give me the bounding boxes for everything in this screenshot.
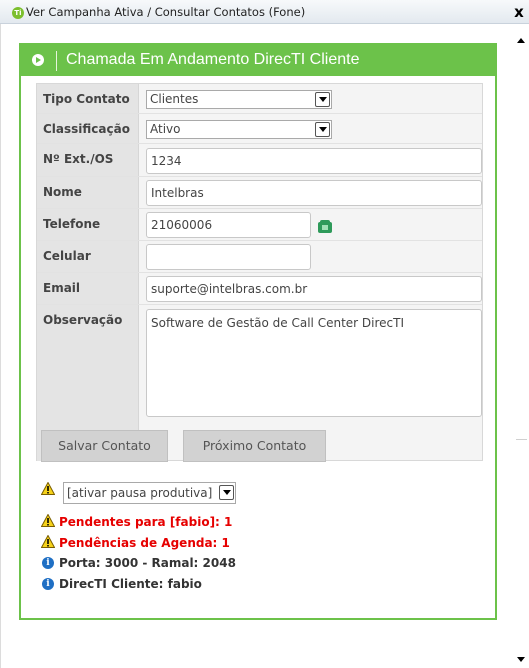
app-logo-icon: Ti [12,7,24,19]
directi-client-text: DirecTI Cliente: fabio [59,577,202,591]
pause-select[interactable]: [ativar pausa produtiva] [63,482,236,504]
chevron-down-icon [219,485,234,500]
call-panel: Chamada Em Andamento DirecTI Cliente Tip… [19,43,497,620]
classificacao-value: Ativo [150,122,181,136]
chevron-down-icon [315,92,330,107]
email-field[interactable]: suporte@intelbras.com.br [146,276,482,302]
panel-header: Chamada Em Andamento DirecTI Cliente [21,45,495,76]
vertical-scrollbar[interactable] [514,32,529,668]
ext-os-label: Nº Ext./OS [37,144,139,176]
celular-label: Celular [37,241,139,272]
scroll-down-arrow-icon[interactable] [517,657,525,662]
window-left-border [0,24,1,668]
panel-title: Chamada Em Andamento DirecTI Cliente [66,51,360,68]
warning-icon [41,482,55,495]
agenda-pending-text: Pendências de Agenda: 1 [59,536,230,550]
observacao-textarea[interactable]: Software de Gestão de Call Center DirecT… [146,309,482,417]
row-ext-os: Nº Ext./OS 1234 [37,144,482,177]
classificacao-select[interactable]: Ativo [146,120,332,139]
info-icon: i [42,578,54,590]
row-nome: Nome Intelbras [37,177,482,209]
celular-field[interactable] [146,244,311,270]
email-label: Email [37,273,139,304]
row-telefone: Telefone 21060006 [37,209,482,241]
tipo-contato-select[interactable]: Clientes [146,90,332,109]
chevron-down-icon [315,122,330,137]
window-title: Ver Campanha Ativa / Consultar Contatos … [26,5,306,19]
header-divider [56,51,57,71]
pause-select-value: [ativar pausa produtiva] [67,486,213,500]
classificacao-label: Classificação [37,114,139,143]
save-contact-button[interactable]: Salvar Contato [41,430,168,462]
tipo-contato-value: Clientes [150,92,199,106]
scrollbar-thumb[interactable] [516,50,527,440]
phone-icon[interactable] [318,220,332,233]
row-classificacao: Classificação Ativo [37,114,482,144]
telefone-label: Telefone [37,209,139,240]
expand-arrow-icon[interactable] [32,54,44,66]
nome-label: Nome [37,177,139,208]
ext-os-field[interactable]: 1234 [146,148,482,174]
warning-icon [41,514,55,527]
pending-count-text: Pendentes para [fabio]: 1 [59,515,233,529]
contact-form: Tipo Contato Clientes Classificação Ativ… [36,83,483,461]
info-icon: i [42,557,54,569]
warning-icon [41,535,55,548]
port-extension-text: Porta: 3000 - Ramal: 2048 [59,556,236,570]
scroll-up-arrow-icon[interactable] [517,38,525,43]
window-titlebar: Ti Ver Campanha Ativa / Consultar Contat… [0,0,529,24]
row-tipo-contato: Tipo Contato Clientes [37,84,482,114]
close-button[interactable]: x [512,2,526,21]
nome-field[interactable]: Intelbras [146,180,482,206]
row-celular: Celular [37,241,482,273]
next-contact-button[interactable]: Próximo Contato [183,430,326,462]
telefone-field[interactable]: 21060006 [146,212,311,238]
row-email: Email suporte@intelbras.com.br [37,273,482,305]
tipo-contato-label: Tipo Contato [37,84,139,113]
